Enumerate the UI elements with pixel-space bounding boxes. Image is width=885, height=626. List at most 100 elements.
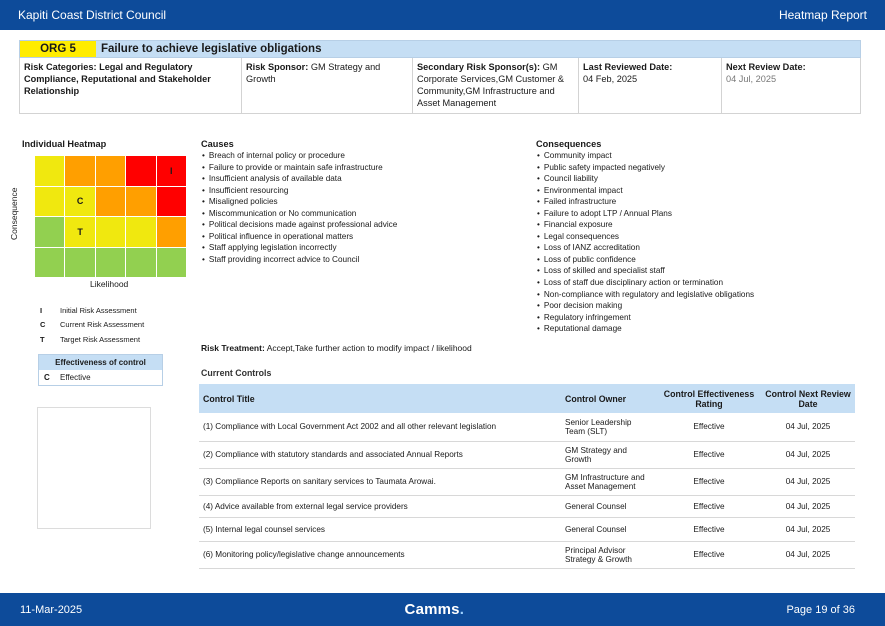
- effectiveness-value: Effective: [60, 373, 91, 382]
- control-rating-cell: Effective: [657, 468, 761, 496]
- secondary-sponsor-cell: Secondary Risk Sponsor(s): GM Corporate …: [413, 58, 579, 113]
- next-review-value: 04 Jul, 2025: [726, 74, 777, 84]
- consequence-item: Regulatory infringement: [537, 312, 754, 324]
- control-review-date-cell: 04 Jul, 2025: [761, 441, 855, 469]
- col-header-control-owner: Control Owner: [561, 384, 657, 413]
- footer-bar: 11-Mar-2025 Camms. Page 19 of 36: [0, 593, 885, 626]
- consequence-item: Poor decision making: [537, 300, 754, 312]
- heatmap-grid: I C T: [35, 156, 186, 277]
- control-title-cell: (3) Compliance Reports on sanitary servi…: [199, 468, 561, 496]
- causes-title: Causes: [201, 139, 234, 149]
- secondary-sponsor-label: Secondary Risk Sponsor(s):: [417, 62, 541, 72]
- heatmap-cell: [95, 186, 126, 216]
- footer-date: 11-Mar-2025: [20, 603, 83, 616]
- col-header-effectiveness: Control Effectiveness Rating: [657, 384, 761, 413]
- risk-treatment-label: Risk Treatment:: [201, 343, 265, 353]
- control-title-cell: (1) Compliance with Local Government Act…: [199, 413, 561, 442]
- legend-item-target: T Target Risk Assessment: [40, 335, 140, 344]
- risk-sponsor-cell: Risk Sponsor: GM Strategy and Growth: [242, 58, 413, 113]
- consequence-item: Legal consequences: [537, 231, 754, 243]
- current-controls-title: Current Controls: [201, 368, 272, 378]
- footer-page-number: Page 19 of 36: [786, 603, 855, 616]
- cause-item: Failure to provide or maintain safe infr…: [202, 162, 397, 174]
- risk-treatment-value: Accept,Take further action to modify imp…: [266, 343, 472, 353]
- control-owner-cell: General Counsel: [561, 517, 657, 542]
- heatmap-cell: [156, 186, 186, 216]
- legend-label: Current Risk Assessment: [60, 320, 145, 329]
- risk-info-row: Risk Categories: Legal and Regulatory Co…: [19, 58, 861, 114]
- heatmap-cell: [95, 156, 126, 186]
- legend-label: Initial Risk Assessment: [60, 306, 137, 315]
- heatmap-cell: [35, 186, 65, 216]
- effectiveness-box: Effectiveness of control C Effective: [38, 354, 163, 386]
- control-rating-cell: Effective: [657, 541, 761, 569]
- control-rating-cell: Effective: [657, 413, 761, 442]
- consequence-item: Reputational damage: [537, 323, 754, 335]
- consequence-item: Council liability: [537, 173, 754, 185]
- heatmap-y-label: Consequence: [9, 187, 19, 240]
- consequence-item: Public safety impacted negatively: [537, 162, 754, 174]
- heatmap-cell: [156, 247, 186, 277]
- consequence-item: Loss of skilled and specialist staff: [537, 265, 754, 277]
- heatmap-cell: [65, 156, 95, 186]
- control-row: (4) Advice available from external legal…: [199, 495, 855, 518]
- control-review-date-cell: 04 Jul, 2025: [761, 541, 855, 569]
- consequence-item: Non-compliance with regulatory and legis…: [537, 289, 754, 301]
- heatmap-cell: [156, 217, 186, 247]
- consequences-list: Community impactPublic safety impacted n…: [537, 150, 754, 335]
- legend-key: C: [40, 320, 46, 329]
- heatmap-cell: [126, 186, 156, 216]
- control-review-date-cell: 04 Jul, 2025: [761, 495, 855, 518]
- risk-header: ORG 5 Failure to achieve legislative obl…: [19, 40, 861, 58]
- cause-item: Insufficient analysis of available data: [202, 173, 397, 185]
- control-rating-cell: Effective: [657, 495, 761, 518]
- cause-item: Staff applying legislation incorrectly: [202, 242, 397, 254]
- org-name: Kapiti Coast District Council: [18, 8, 167, 22]
- cause-item: Miscommunication or No communication: [202, 208, 397, 220]
- heatmap-cell: [35, 156, 65, 186]
- controls-header-row: Control Title Control Owner Control Effe…: [199, 384, 855, 413]
- control-row: (1) Compliance with Local Government Act…: [199, 413, 855, 442]
- next-review-label: Next Review Date:: [726, 62, 806, 72]
- heatmap-cell: [126, 217, 156, 247]
- control-row: (6) Monitoring policy/legislative change…: [199, 541, 855, 569]
- consequence-item: Failure to adopt LTP / Annual Plans: [537, 208, 754, 220]
- legend-item-initial: I Initial Risk Assessment: [40, 306, 137, 315]
- control-row: (2) Compliance with statutory standards …: [199, 441, 855, 469]
- heatmap-cell: [65, 247, 95, 277]
- control-rating-cell: Effective: [657, 517, 761, 542]
- control-title-cell: (2) Compliance with statutory standards …: [199, 441, 561, 469]
- control-title-cell: (4) Advice available from external legal…: [199, 495, 561, 518]
- last-reviewed-value: 04 Feb, 2025: [583, 74, 638, 84]
- cause-item: Breach of internal policy or procedure: [202, 150, 397, 162]
- control-owner-cell: GM Infrastructure and Asset Management: [561, 468, 657, 496]
- cause-item: Insufficient resourcing: [202, 185, 397, 197]
- empty-panel: [37, 407, 151, 529]
- control-review-date-cell: 04 Jul, 2025: [761, 517, 855, 542]
- controls-table: Control Title Control Owner Control Effe…: [199, 384, 855, 569]
- camms-logo: Camms.: [404, 601, 465, 618]
- heatmap-cell: I: [156, 156, 186, 186]
- cause-item: Misaligned policies: [202, 196, 397, 208]
- heatmap-cell: [95, 217, 126, 247]
- causes-list: Breach of internal policy or procedureFa…: [202, 150, 397, 265]
- risk-categories-label: Risk Categories:: [24, 62, 97, 72]
- risk-treatment: Risk Treatment: Accept,Take further acti…: [201, 343, 472, 353]
- risk-sponsor-label: Risk Sponsor:: [246, 62, 309, 72]
- control-review-date-cell: 04 Jul, 2025: [761, 413, 855, 442]
- risk-code-badge: ORG 5: [20, 41, 96, 57]
- control-rating-cell: Effective: [657, 441, 761, 469]
- risk-categories-cell: Risk Categories: Legal and Regulatory Co…: [20, 58, 242, 113]
- consequence-item: Loss of public confidence: [537, 254, 754, 266]
- consequence-item: Financial exposure: [537, 219, 754, 231]
- heatmap-cell: [35, 217, 65, 247]
- legend-label: Target Risk Assessment: [60, 335, 141, 344]
- legend-key: I: [40, 306, 43, 315]
- heatmap-marker: C: [76, 196, 84, 207]
- control-review-date-cell: 04 Jul, 2025: [761, 468, 855, 496]
- top-bar: Kapiti Coast District Council Heatmap Re…: [0, 0, 885, 30]
- effectiveness-key: C: [44, 373, 50, 382]
- last-reviewed-cell: Last Reviewed Date: 04 Feb, 2025: [579, 58, 722, 113]
- legend-key: T: [40, 335, 45, 344]
- consequences-title: Consequences: [536, 139, 602, 149]
